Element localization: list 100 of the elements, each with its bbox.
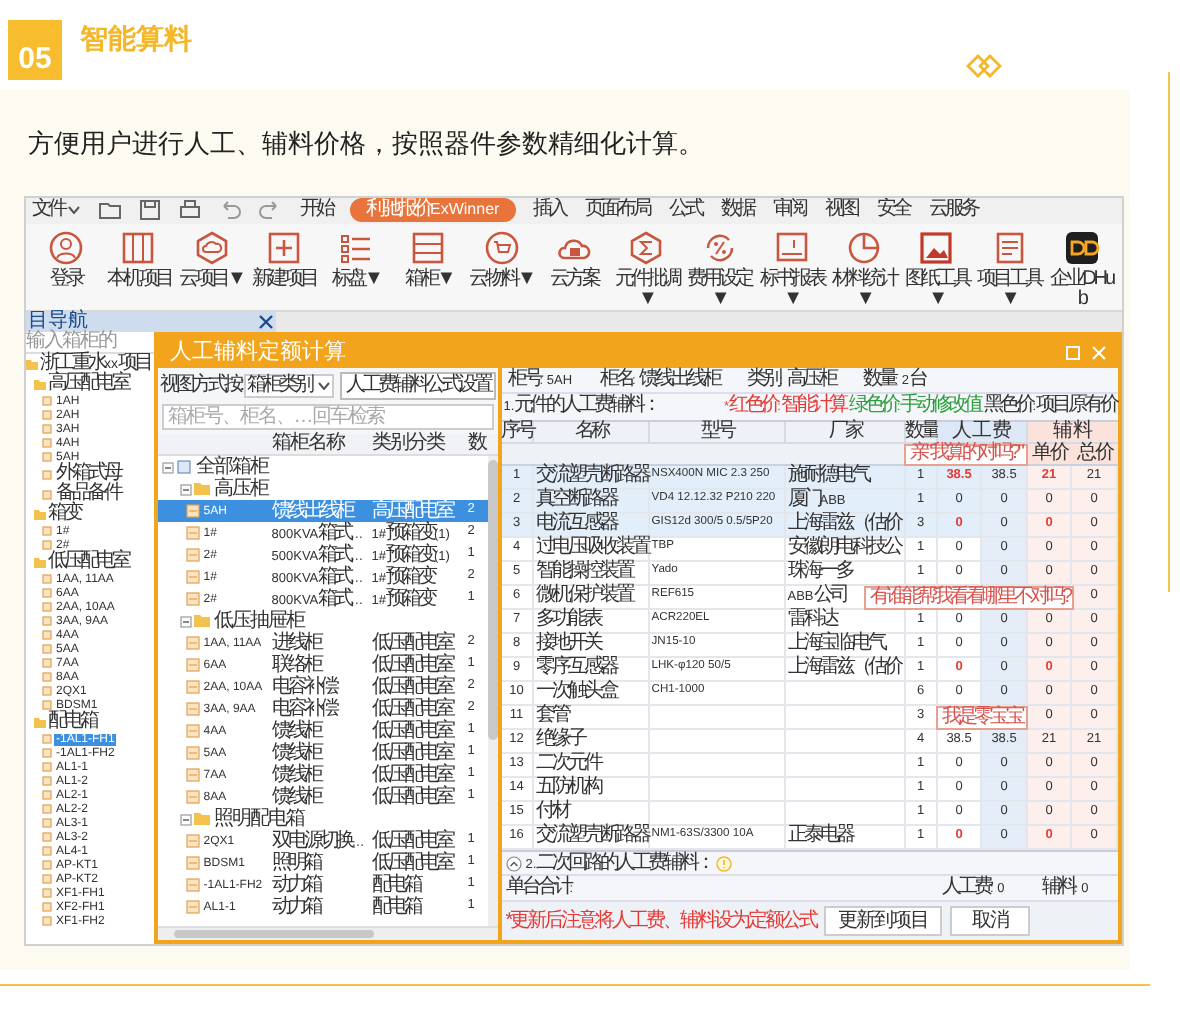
cart-icon [483,229,520,266]
drawer-icon [410,229,447,266]
tree-item[interactable]: 配电箱 [48,712,96,732]
list-icon [338,229,375,266]
collapse-icon[interactable] [179,483,192,495]
toolbar-button[interactable]: 箱柜▼ [392,229,466,290]
close-icon [1092,345,1106,359]
table-cell: 过电压吸收装置 [535,538,648,559]
toolbar-button[interactable]: 元件批调▼ [610,229,683,310]
description-text: 方便用户进行人工、辅料价格，按照器件参数精细化计算。 [28,126,706,162]
dialog-button[interactable]: 取消 [950,906,1031,937]
toolbar-button[interactable]: 标盘▼ [320,229,393,290]
table-cell: 电流互感器 [535,514,616,535]
collapse-icon[interactable] [161,461,174,473]
folder-icon [193,812,210,826]
ribbon-tab[interactable]: 安全 [875,198,912,223]
column-header: 类别分类 [371,434,447,454]
view-label: 视图方式按: [159,376,242,396]
toolbar-button[interactable]: 材料统计▼ [827,229,901,310]
toolbar-button[interactable]: 项目工具▼ [972,229,1046,310]
cabinet-icon [185,900,200,914]
tree-item[interactable]: 全部箱柜 [195,457,268,477]
tree-cell-text: 联络柜 [271,655,323,675]
table-cell: 上海宝临电气 [787,634,884,655]
tree-item[interactable]: 备品备件 [54,484,122,504]
table-cell: 雷科达 [787,610,836,631]
column-header: 总价 [1072,443,1118,464]
tree-cell-text: 馈线柜 [271,743,323,763]
table-cell: 珠海一多 [787,562,852,583]
ribbon-tab[interactable]: 数据 [719,198,756,223]
diamonds-icon [966,54,1002,78]
document-icon [175,460,192,474]
ribbon-tab[interactable]: 插入 [531,198,568,223]
toolbar-button[interactable]: 云项目▼ [175,229,248,290]
table-cell: 交流塑壳断路器 [535,466,648,487]
column-header: 型号 [700,421,733,442]
tree-item[interactable]: 高压柜 [213,479,268,499]
callout-bubble: 亲"我算的对吗?" [903,443,1028,466]
table-cell: 安徽朗电科技公 [787,538,900,559]
toolbar-button[interactable]: 标书报表▼ [755,229,828,310]
scrollbar[interactable] [157,926,498,940]
table-cell: 付材 [535,802,568,823]
scrollbar[interactable] [487,456,498,926]
panel-title: 目导航 [28,312,88,332]
pie-chart-icon [846,229,883,266]
table-cell: 智能操控装置 [535,562,632,583]
callout-bubble: 我是零宝宝 [936,705,1028,730]
tree-cell-text: 动力箱 [271,875,323,895]
toolbar-button[interactable]: 登录 [30,229,103,290]
ribbon-tab[interactable]: 页面布局 [583,198,652,223]
toolbar-button[interactable]: 费用设定▼ [682,229,756,310]
tree-item[interactable]: 外箱式母 [54,464,122,484]
cabinet-icon [185,746,200,760]
dialog-title: 人工辅料定额计算 [169,341,346,363]
table-cell: 真空断路器 [535,490,616,511]
dialog-button[interactable]: 更新到项目 [824,906,943,937]
section-number: 05 [8,20,62,80]
tree-cell-text: 馈线柜 [271,721,321,741]
tree-cell-text: 电容补偿 [271,699,339,719]
ribbon-tab[interactable]: 公式 [667,198,704,223]
table-cell: 套管 [535,706,568,727]
toolbar-button[interactable]: 云方案 [537,229,611,290]
caret-icon [68,206,80,215]
folder-icon [34,557,46,567]
cabinet-icon [185,548,200,562]
view-dropdown[interactable]: 箱柜类别 [243,374,334,398]
folder-icon [193,482,210,496]
toolbar-button[interactable]: 新建项目 [247,229,321,290]
hexagon-icon [628,229,665,266]
cabinet-icon [185,724,200,738]
toolbar-button[interactable]: 图纸工具▼ [900,229,973,310]
formula-settings-button[interactable]: 人工费辅料公式设置 [339,372,496,400]
tree-cell-text: 进线柜 [271,633,323,653]
tree-item[interactable]: 照明配电箱 [213,809,304,829]
menu-dropdown[interactable]: 文件 [30,198,82,223]
app-logo-icon [1063,229,1100,266]
warning-note: *更新后注意将人工费、辅料设为定额公式 [505,911,817,932]
cabinet-icon [185,702,200,716]
tree-cell-text: 低压配电室 [371,831,455,851]
toolbar-button[interactable]: 企业DHub [1045,229,1118,310]
ribbon-tab[interactable]: 云服务 [927,198,980,223]
tree-item[interactable]: 高压配电室 [48,374,128,394]
collapse-icon[interactable] [179,615,192,627]
tree-cell-text: 高压配电室 [371,501,455,521]
ribbon-tab[interactable]: 审阅 [771,198,808,223]
tree-cell-text: 馈线柜 [271,787,323,807]
tree-item[interactable]: 低压抽屉柜 [213,611,304,631]
column-header: 厂家 [828,421,861,442]
tree-item[interactable]: 低压配电室 [48,552,128,572]
column-header: 箱柜名称 [271,434,347,454]
ribbon-tab[interactable]: 视图 [823,198,860,223]
ribbon-tab[interactable]: 开始 [298,198,334,223]
tree-cell-text: 配电箱 [371,875,421,895]
collapse-icon[interactable] [179,813,192,825]
scrollbar-thumb[interactable] [487,460,498,740]
table-cell: 绝缘子 [535,730,584,751]
scrollbar-thumb[interactable] [173,930,374,938]
toolbar-button[interactable]: 云物料▼ [465,229,538,290]
tree-item[interactable]: 箱变 [48,504,80,524]
toolbar-button[interactable]: 本机项目 [102,229,176,290]
